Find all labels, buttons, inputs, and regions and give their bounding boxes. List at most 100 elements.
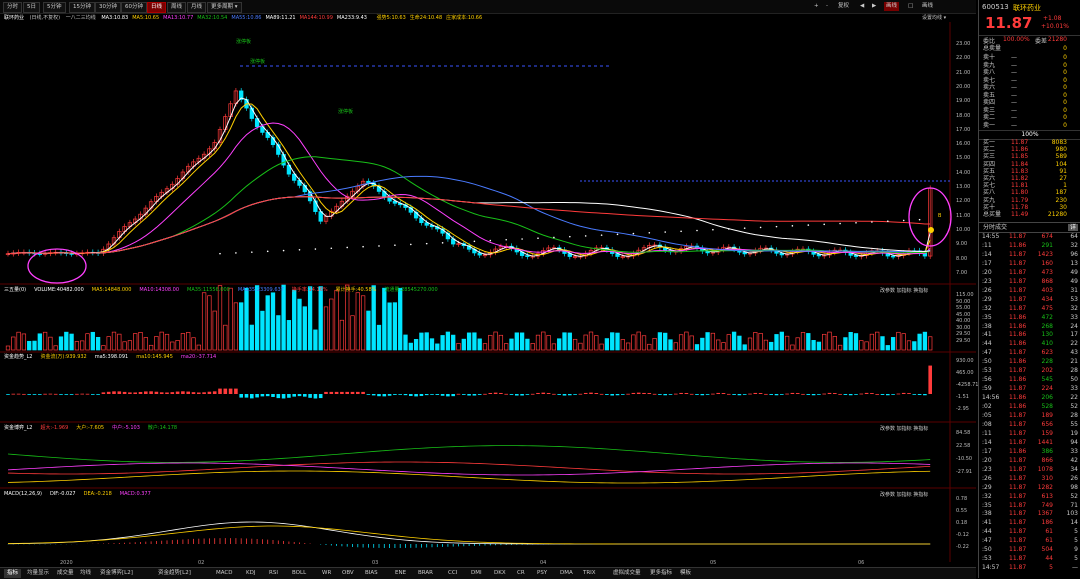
indicator-tab[interactable]: 资金博弈[L2] bbox=[97, 569, 136, 578]
volume-bar bbox=[641, 335, 647, 351]
trade-count: 71 bbox=[1070, 501, 1078, 509]
flow-bar bbox=[276, 394, 281, 399]
indicator-tab[interactable]: PSY bbox=[534, 569, 550, 578]
trade-volume: 613 bbox=[1041, 492, 1053, 500]
period-tab[interactable]: 分时 bbox=[3, 2, 23, 13]
trade-volume: 61 bbox=[1045, 537, 1053, 545]
period-tab[interactable]: 月线 bbox=[187, 2, 207, 13]
trade-volume: 1441 bbox=[1037, 438, 1053, 446]
flow-bar bbox=[202, 392, 206, 394]
period-tab[interactable]: 周线 bbox=[167, 2, 187, 13]
flow-bar bbox=[38, 394, 42, 395]
indicator-tab[interactable]: CCI bbox=[445, 569, 460, 578]
period-tab[interactable]: 更多周期 ▾ bbox=[207, 2, 242, 13]
flow-bar bbox=[16, 393, 21, 395]
indicator-tab[interactable]: 成交量 bbox=[54, 569, 77, 578]
volume-bar bbox=[843, 337, 848, 351]
indicator-tab[interactable]: BOLL bbox=[289, 569, 309, 578]
trades-detail-button[interactable]: 详 bbox=[1067, 224, 1078, 231]
volume-bar bbox=[302, 306, 307, 351]
period-tab[interactable]: 5日 bbox=[23, 2, 40, 13]
flow-bar bbox=[817, 394, 821, 395]
trade-price: 11.87 bbox=[1009, 349, 1027, 357]
box-button[interactable]: □ bbox=[906, 2, 915, 11]
trade-price: 11.86 bbox=[1009, 447, 1027, 455]
volume-bar bbox=[620, 339, 625, 351]
trade-row: :02 11.86 528 52 bbox=[979, 403, 1080, 411]
indicator-tab[interactable]: 资金趋势[L2] bbox=[155, 569, 194, 578]
price-tick: 10.00 bbox=[956, 226, 971, 233]
indicator-label: 生命24:10.48 bbox=[409, 15, 443, 21]
flow-bar bbox=[414, 394, 418, 397]
indicator-tab[interactable]: ENE bbox=[392, 569, 409, 578]
indicator-tab[interactable]: RSI bbox=[266, 569, 281, 578]
trade-count: 28 bbox=[1070, 412, 1078, 419]
ma-settings-button[interactable]: 设置均线 ▾ bbox=[922, 14, 946, 22]
indicator-tab[interactable]: MACD bbox=[213, 569, 236, 578]
next-button[interactable]: ▶ bbox=[870, 2, 878, 11]
draw-line-button[interactable]: 画线 bbox=[884, 2, 900, 11]
volume-bar bbox=[451, 334, 456, 351]
period-tab[interactable]: 60分钟 bbox=[121, 2, 147, 13]
flow-bar bbox=[790, 392, 795, 394]
indicator-tab[interactable]: WR bbox=[319, 569, 334, 578]
trade-volume: 224 bbox=[1041, 385, 1053, 393]
ma-label: MA13:10.77 bbox=[163, 15, 194, 21]
trade-count: 52 bbox=[1070, 403, 1078, 411]
game-line bbox=[7, 445, 931, 463]
volume-bar bbox=[366, 310, 371, 351]
axis-tick: 0.78 bbox=[956, 496, 968, 502]
zoom-in-button[interactable]: + bbox=[812, 2, 821, 11]
flow-bar bbox=[53, 393, 58, 395]
volume-bar bbox=[721, 342, 726, 351]
weicha-value: 21280 bbox=[1047, 36, 1067, 43]
indicator-tab[interactable]: DMA bbox=[557, 569, 576, 578]
indicator-tab[interactable]: 虚拟成交量 bbox=[610, 569, 644, 578]
highlight-circle-left bbox=[27, 248, 87, 284]
prev-button[interactable]: ◀ bbox=[858, 2, 866, 11]
trade-volume: 291 bbox=[1041, 241, 1053, 249]
indicator-tab[interactable]: BRAR bbox=[415, 569, 436, 578]
volume-bar bbox=[731, 331, 737, 351]
game-param-buttons[interactable]: 改参数 加指标 换指标 bbox=[880, 425, 928, 432]
indicator-tab[interactable]: DMI bbox=[468, 569, 485, 578]
vol-param-buttons[interactable]: 改参数 加指标 换指标 bbox=[880, 287, 928, 294]
flow-bar bbox=[886, 394, 890, 396]
flow-bar bbox=[848, 394, 853, 396]
indicator-tab[interactable]: OBV bbox=[339, 569, 357, 578]
indicator-value: MA5:14848.000 bbox=[91, 287, 132, 293]
volume-bar bbox=[159, 331, 164, 351]
indicator-tab[interactable]: KDJ bbox=[243, 569, 258, 578]
indicator-tab[interactable]: CR bbox=[514, 569, 528, 578]
period-tab[interactable]: 日线 bbox=[147, 2, 167, 13]
flow-bar bbox=[742, 394, 747, 395]
indicator-tab[interactable]: TRIX bbox=[580, 569, 599, 578]
volume-bar bbox=[138, 331, 143, 351]
draw-button[interactable]: 画线 bbox=[920, 2, 935, 11]
flow-bar bbox=[530, 393, 535, 395]
flow-bar bbox=[159, 392, 164, 394]
period-tab[interactable]: 15分钟 bbox=[69, 2, 95, 13]
volume-bar bbox=[668, 339, 673, 351]
flow-bar bbox=[615, 394, 620, 396]
indicator-tab[interactable]: 模板 bbox=[677, 569, 694, 578]
zoom-out-button[interactable]: - bbox=[824, 2, 830, 11]
trade-row: 14:56 11.86 206 22 bbox=[979, 394, 1080, 402]
indicator-tab[interactable]: 均量显示 bbox=[24, 569, 52, 578]
period-tab[interactable]: 30分钟 bbox=[95, 2, 121, 13]
trade-count: 33 bbox=[1070, 385, 1078, 393]
trade-count: 55 bbox=[1070, 420, 1078, 428]
trade-row: :29 11.87 434 53 bbox=[979, 296, 1080, 304]
indicator-tab[interactable]: BIAS bbox=[362, 569, 381, 578]
indicator-value: 换手率:14.16% bbox=[291, 287, 328, 293]
axis-tick: 22.58 bbox=[956, 443, 971, 449]
indicator-tab[interactable]: 指标 bbox=[4, 569, 22, 578]
period-tab[interactable]: 5分钟 bbox=[43, 2, 66, 13]
indicator-tab[interactable]: 均线 bbox=[77, 569, 94, 578]
indicator-tab[interactable]: DKX bbox=[491, 569, 509, 578]
flow-bar bbox=[780, 394, 784, 395]
indicator-tab[interactable]: 更多指标 bbox=[647, 569, 675, 578]
trade-count: 33 bbox=[1070, 313, 1078, 321]
fuquan-button[interactable]: 复权 bbox=[836, 2, 851, 11]
macd-param-buttons[interactable]: 改参数 加指标 换指标 bbox=[880, 491, 928, 498]
